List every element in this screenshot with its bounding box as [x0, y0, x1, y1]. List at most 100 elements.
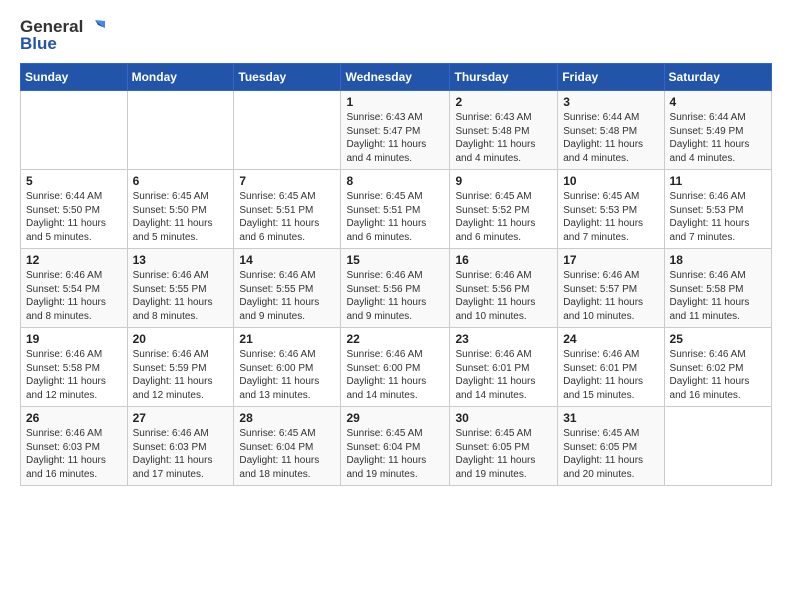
- day-info-line: Sunset: 5:54 PM: [26, 284, 100, 295]
- day-info-line: Sunset: 5:47 PM: [346, 126, 420, 137]
- day-info: Sunrise: 6:46 AM Sunset: 5:56 PM Daylight:…: [346, 269, 444, 323]
- day-info-line: Daylight: 11 hours and 6 minutes.: [455, 218, 535, 243]
- day-info-line: Daylight: 11 hours and 10 minutes.: [563, 297, 643, 322]
- day-info-line: Sunset: 5:56 PM: [455, 284, 529, 295]
- day-info: Sunrise: 6:46 AMSunset: 6:03 PMDaylight:…: [26, 427, 122, 481]
- day-info: Sunrise: 6:45 AMSunset: 5:53 PMDaylight:…: [563, 190, 658, 244]
- day-info: Sunrise: 6:46 AMSunset: 5:53 PMDaylight:…: [670, 190, 766, 244]
- calendar-cell: 25Sunrise: 6:46 AMSunset: 6:02 PMDayligh…: [664, 328, 771, 407]
- day-info-line: Sunset: 6:03 PM: [133, 442, 207, 453]
- day-number: 17: [563, 253, 658, 267]
- day-info-line: Daylight: 11 hours and 12 minutes.: [133, 376, 213, 401]
- day-info-line: Daylight: 11 hours and 8 minutes.: [133, 297, 213, 322]
- day-info-line: Sunrise: 6:45 AM: [239, 428, 315, 439]
- day-info-line: Sunset: 5:48 PM: [455, 126, 529, 137]
- day-number: 24: [563, 332, 658, 346]
- day-info-line: Sunrise: 6:46 AM: [563, 270, 639, 281]
- calendar-cell: 20Sunrise: 6:46 AMSunset: 5:59 PMDayligh…: [127, 328, 234, 407]
- day-info: Sunrise: 6:46 AM Sunset: 5:57 PM Daylight:…: [563, 269, 658, 323]
- day-info-line: Sunset: 6:01 PM: [563, 363, 637, 374]
- day-info-line: Sunset: 5:58 PM: [26, 363, 100, 374]
- col-friday: Friday: [558, 64, 664, 91]
- calendar-cell: 18Sunrise: 6:46 AMSunset: 5:58 PMDayligh…: [664, 249, 771, 328]
- day-info-line: Sunset: 5:58 PM: [670, 284, 744, 295]
- day-info-line: Daylight: 11 hours and 9 minutes.: [346, 297, 426, 322]
- calendar-cell: 13 Sunrise: 6:46 AM Sunset: 5:55 PM Dayligh…: [127, 249, 234, 328]
- day-info: Sunrise: 6:46 AMSunset: 6:02 PMDaylight:…: [670, 348, 766, 402]
- calendar-cell: 31Sunrise: 6:45 AMSunset: 6:05 PMDayligh…: [558, 407, 664, 486]
- day-info-line: Sunset: 5:51 PM: [239, 205, 313, 216]
- day-info-line: Sunrise: 6:46 AM: [455, 270, 531, 281]
- col-monday: Monday: [127, 64, 234, 91]
- calendar-cell: 5Sunrise: 6:44 AMSunset: 5:50 PMDaylight…: [21, 170, 128, 249]
- page: General Blue Sunday Monday Tuesday Wedne…: [0, 0, 792, 612]
- day-info-line: Daylight: 11 hours and 4 minutes.: [455, 139, 535, 164]
- day-info-line: Sunrise: 6:45 AM: [455, 191, 531, 202]
- calendar-cell: 28 Sunrise: 6:45 AMSunset: 6:04 PMDayligh…: [234, 407, 341, 486]
- day-info-line: Daylight: 11 hours and 13 minutes.: [239, 376, 319, 401]
- day-info-line: Sunrise: 6:46 AM: [346, 270, 422, 281]
- day-info-line: Sunrise: 6:46 AM: [26, 270, 102, 281]
- day-number: 3: [563, 95, 658, 109]
- day-info: Sunrise: 6:45 AMSunset: 6:04 PMDaylight:…: [239, 427, 335, 481]
- day-info-line: Sunset: 6:04 PM: [346, 442, 420, 453]
- day-info-line: Sunrise: 6:46 AM: [133, 428, 209, 439]
- day-info-line: Sunrise: 6:45 AM: [563, 428, 639, 439]
- calendar-cell: 11Sunrise: 6:46 AMSunset: 5:53 PMDayligh…: [664, 170, 771, 249]
- day-info-line: Daylight: 11 hours and 9 minutes.: [239, 297, 319, 322]
- calendar-cell: 19Sunrise: 6:46 AMSunset: 5:58 PMDayligh…: [21, 328, 128, 407]
- day-info: Sunrise: 6:45 AMSunset: 5:52 PMDaylight:…: [455, 190, 552, 244]
- day-info-line: Sunset: 5:57 PM: [563, 284, 637, 295]
- day-info: Sunrise: 6:46 AMSunset: 6:01 PMDaylight:…: [455, 348, 552, 402]
- day-info-line: Sunrise: 6:46 AM: [133, 270, 209, 281]
- day-info-line: Daylight: 11 hours and 7 minutes.: [563, 218, 643, 243]
- day-info: Sunrise: 6:46 AM Sunset: 5:58 PM Daylight:…: [670, 269, 766, 323]
- day-info-line: Sunrise: 6:46 AM: [26, 349, 102, 360]
- day-number: 2: [455, 95, 552, 109]
- day-info-line: Sunrise: 6:44 AM: [670, 112, 746, 123]
- calendar-week-row: 19Sunrise: 6:46 AMSunset: 5:58 PMDayligh…: [21, 328, 772, 407]
- day-number: 28: [239, 411, 335, 425]
- day-number: 30: [455, 411, 552, 425]
- day-info-line: Daylight: 11 hours and 4 minutes.: [563, 139, 643, 164]
- day-info-line: Sunrise: 6:46 AM: [455, 349, 531, 360]
- day-info-line: Sunrise: 6:44 AM: [26, 191, 102, 202]
- day-number: 29: [346, 411, 444, 425]
- day-info-line: Sunset: 5:56 PM: [346, 284, 420, 295]
- calendar-cell: 9Sunrise: 6:45 AMSunset: 5:52 PMDaylight…: [450, 170, 558, 249]
- calendar-cell: [234, 91, 341, 170]
- day-info-line: Sunset: 6:02 PM: [670, 363, 744, 374]
- day-info-line: Sunrise: 6:46 AM: [670, 270, 746, 281]
- day-info: Sunrise: 6:45 AMSunset: 6:05 PMDaylight:…: [563, 427, 658, 481]
- day-number: 15: [346, 253, 444, 267]
- calendar-cell: [664, 407, 771, 486]
- calendar-cell: 2 Sunrise: 6:43 AM Sunset: 5:48 PM Daylight…: [450, 91, 558, 170]
- calendar-cell: 1Sunrise: 6:43 AMSunset: 5:47 PMDaylight…: [341, 91, 450, 170]
- day-info-line: Sunrise: 6:46 AM: [670, 349, 746, 360]
- day-info-line: Daylight: 11 hours and 19 minutes.: [455, 455, 535, 480]
- day-info-line: Sunrise: 6:46 AM: [670, 191, 746, 202]
- col-thursday: Thursday: [450, 64, 558, 91]
- day-info-line: Sunrise: 6:43 AM: [455, 112, 531, 123]
- day-info-line: Sunset: 5:50 PM: [26, 205, 100, 216]
- calendar-cell: 15 Sunrise: 6:46 AM Sunset: 5:56 PM Dayligh…: [341, 249, 450, 328]
- day-info-line: Daylight: 11 hours and 17 minutes.: [133, 455, 213, 480]
- day-info-line: Daylight: 11 hours and 11 minutes.: [670, 297, 750, 322]
- day-number: 10: [563, 174, 658, 188]
- day-info: Sunrise: 6:46 AMSunset: 6:00 PMDaylight:…: [346, 348, 444, 402]
- calendar-week-row: 5Sunrise: 6:44 AMSunset: 5:50 PMDaylight…: [21, 170, 772, 249]
- day-info: Sunrise: 6:43 AM Sunset: 5:48 PM Daylight:…: [455, 111, 552, 165]
- day-info-line: Sunset: 5:55 PM: [133, 284, 207, 295]
- logo: General Blue: [20, 18, 105, 53]
- day-info-line: Daylight: 11 hours and 8 minutes.: [26, 297, 106, 322]
- day-info-line: Sunset: 5:51 PM: [346, 205, 420, 216]
- calendar-cell: 29Sunrise: 6:45 AMSunset: 6:04 PMDayligh…: [341, 407, 450, 486]
- col-tuesday: Tuesday: [234, 64, 341, 91]
- day-number: 4: [670, 95, 766, 109]
- day-number: 13: [133, 253, 229, 267]
- day-info-line: Sunrise: 6:45 AM: [133, 191, 209, 202]
- day-info-line: Daylight: 11 hours and 20 minutes.: [563, 455, 643, 480]
- calendar-cell: 14Sunrise: 6:46 AMSunset: 5:55 PMDayligh…: [234, 249, 341, 328]
- day-number: 25: [670, 332, 766, 346]
- day-info-line: Daylight: 11 hours and 4 minutes.: [670, 139, 750, 164]
